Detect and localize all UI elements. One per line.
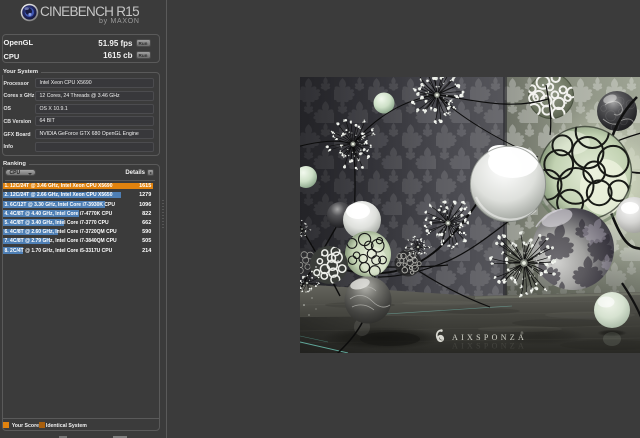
svg-text:®: ® bbox=[521, 331, 524, 336]
svg-text:AIXSPONZA: AIXSPONZA bbox=[452, 342, 527, 351]
